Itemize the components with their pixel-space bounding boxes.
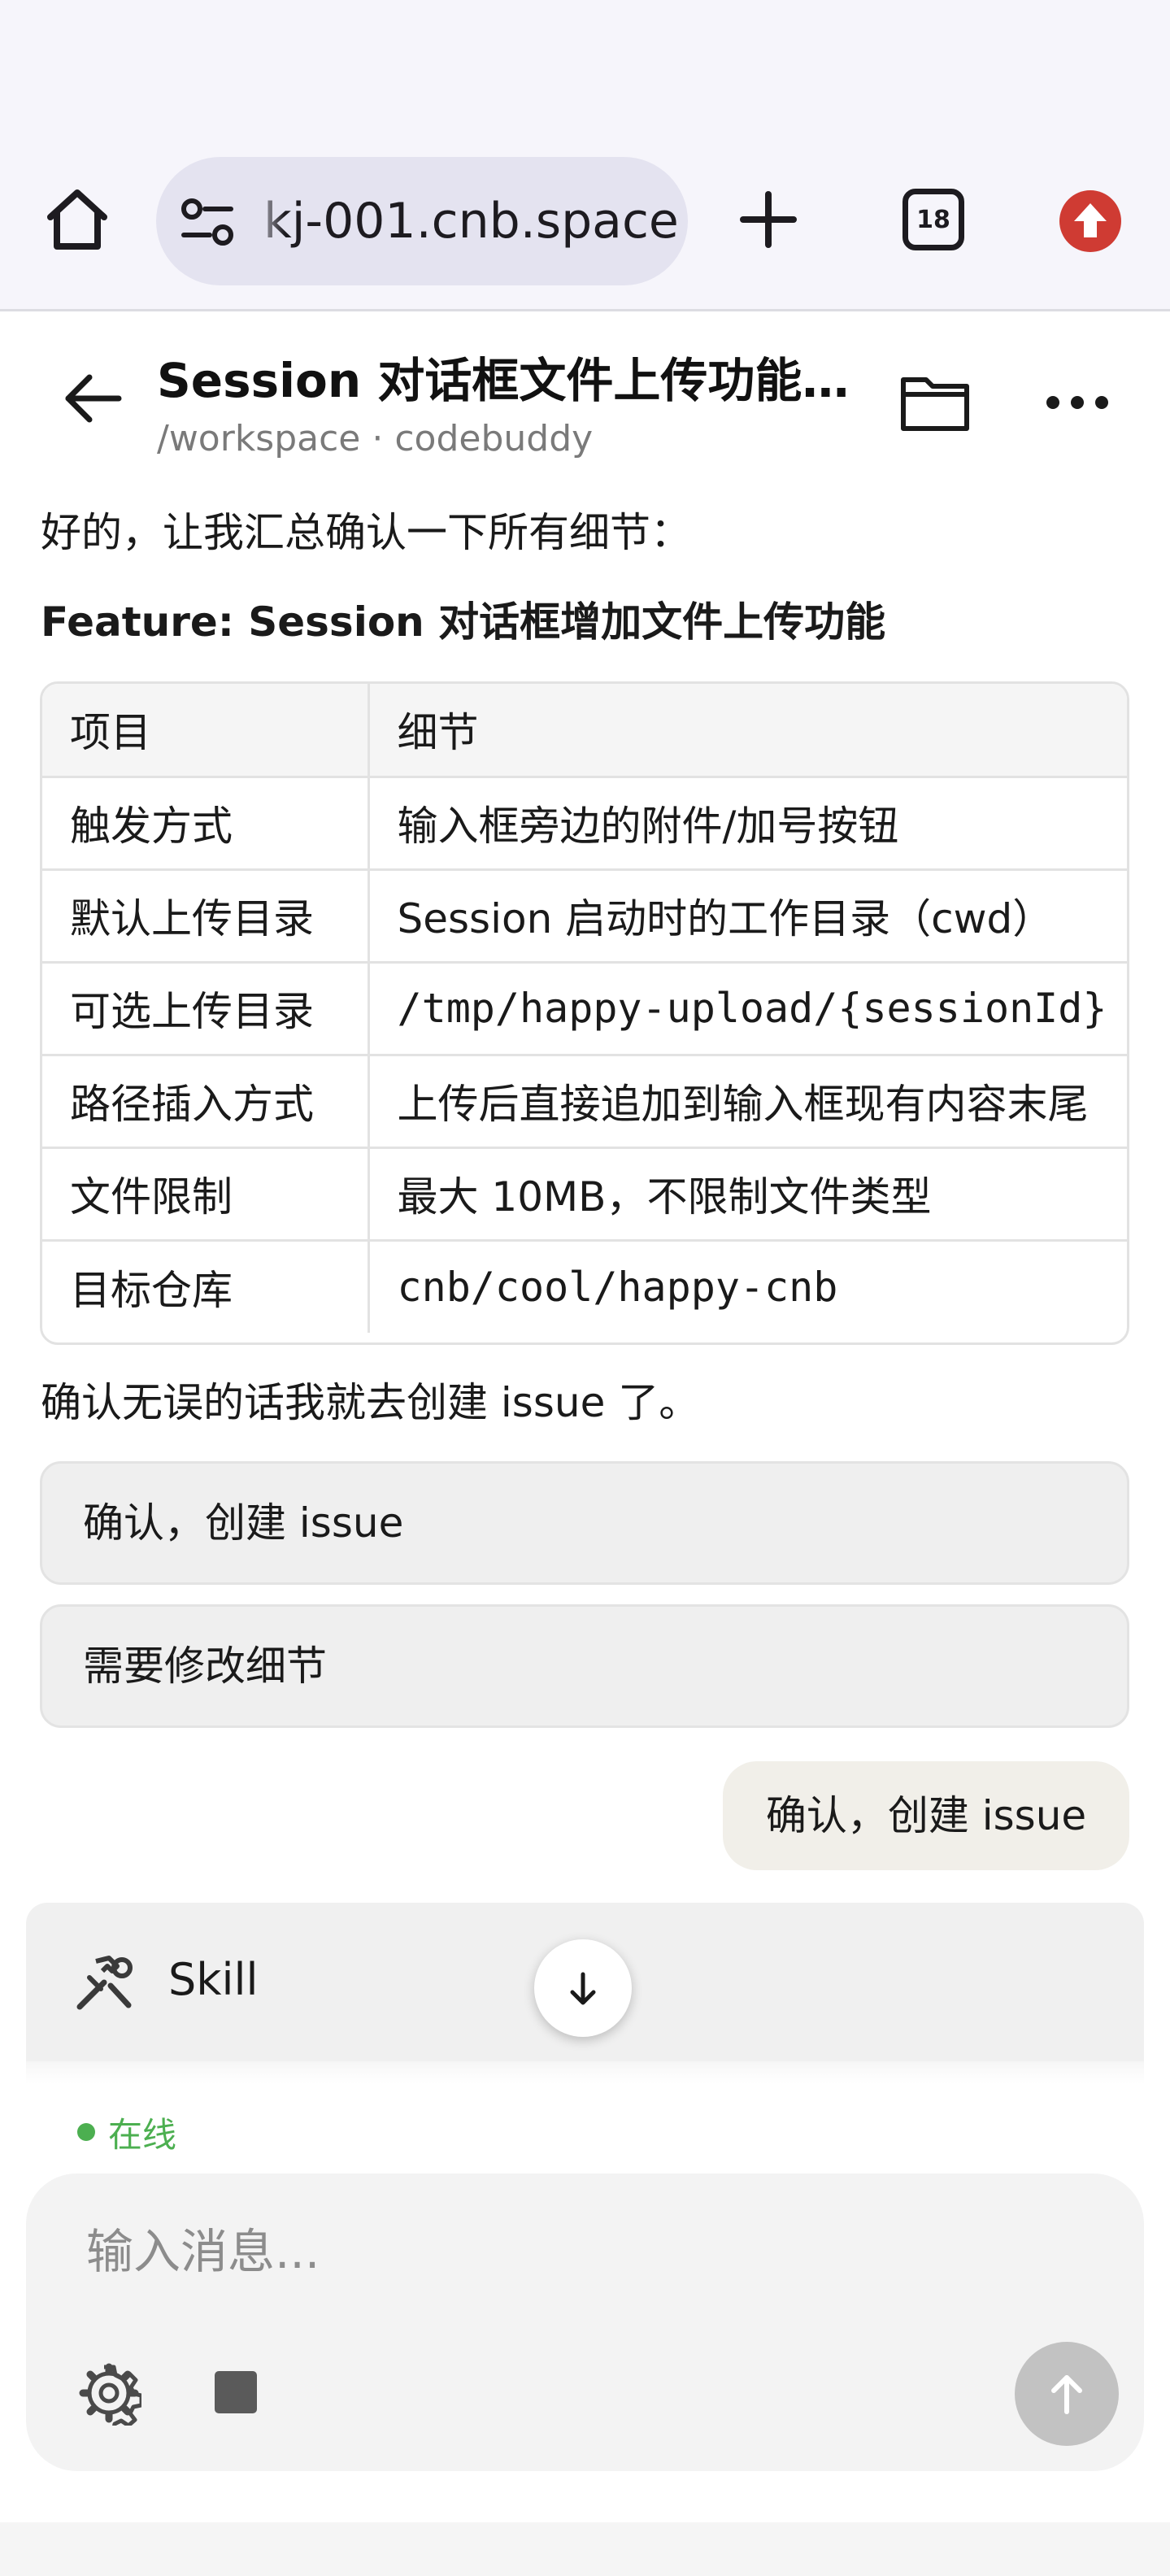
plus-icon bbox=[740, 191, 797, 248]
scroll-to-bottom-button[interactable] bbox=[534, 1939, 632, 2037]
table-cell-value: 上传后直接追加到输入框现有内容末尾 bbox=[367, 1053, 1127, 1149]
tab-count: 18 bbox=[916, 205, 950, 234]
table-row: 目标仓库 cnb/cool/happy-cnb bbox=[42, 1238, 1127, 1333]
user-message-bubble: 确认，创建 issue bbox=[723, 1761, 1129, 1870]
home-icon bbox=[47, 189, 107, 250]
message-input[interactable] bbox=[85, 2206, 1023, 2297]
settings-button[interactable] bbox=[76, 2361, 144, 2433]
table-row: 可选上传目录 /tmp/happy-upload/{sessionId} bbox=[42, 960, 1127, 1056]
table-header-row: 项目 细节 bbox=[42, 684, 1127, 778]
message-composer bbox=[26, 2174, 1144, 2471]
tab-switcher-button[interactable]: 18 bbox=[903, 189, 964, 250]
files-button[interactable] bbox=[898, 370, 972, 435]
table-cell-key: 默认上传目录 bbox=[42, 868, 370, 964]
site-settings-icon[interactable] bbox=[181, 198, 234, 246]
gear-icon bbox=[79, 2363, 144, 2433]
modify-details-option[interactable]: 需要修改细节 bbox=[40, 1604, 1129, 1728]
table-row: 默认上传目录 Session 启动时的工作目录（cwd） bbox=[42, 868, 1127, 964]
tools-icon bbox=[76, 1956, 133, 2010]
table-row: 触发方式 输入框旁边的附件/加号按钮 bbox=[42, 775, 1127, 871]
table-cell-key: 目标仓库 bbox=[42, 1238, 370, 1333]
status-text: 在线 bbox=[108, 2114, 177, 2155]
arrow-left-icon bbox=[65, 374, 122, 423]
assistant-intro-text: 好的，让我汇总确认一下所有细节： bbox=[41, 509, 691, 556]
table-cell-value: Session 启动时的工作目录（cwd） bbox=[367, 868, 1127, 964]
connection-status: 在线 bbox=[77, 2108, 176, 2156]
arrow-up-icon bbox=[1074, 203, 1107, 237]
stop-button[interactable] bbox=[215, 2371, 257, 2413]
details-table: 项目 细节 触发方式 输入框旁边的附件/加号按钮 默认上传目录 Session … bbox=[40, 681, 1129, 1345]
back-button[interactable] bbox=[57, 362, 130, 435]
new-tab-button[interactable] bbox=[732, 183, 805, 256]
tool-card-fade bbox=[26, 2061, 1144, 2084]
table-cell-value: /tmp/happy-upload/{sessionId} bbox=[367, 960, 1127, 1056]
confirm-create-issue-option[interactable]: 确认，创建 issue bbox=[40, 1461, 1129, 1585]
home-button[interactable] bbox=[41, 183, 114, 256]
url-text: kj-001.cnb.space bbox=[263, 193, 679, 250]
update-button[interactable] bbox=[1059, 190, 1121, 252]
table-cell-value: 最大 10MB，不限制文件类型 bbox=[367, 1146, 1127, 1242]
arrow-down-icon bbox=[570, 1972, 596, 2005]
table-cell-key: 触发方式 bbox=[42, 775, 370, 871]
online-dot-icon bbox=[77, 2123, 95, 2141]
table-row: 路径插入方式 上传后直接追加到输入框现有内容末尾 bbox=[42, 1053, 1127, 1149]
table-cell-key: 文件限制 bbox=[42, 1146, 370, 1242]
table-cell-key: 路径插入方式 bbox=[42, 1053, 370, 1149]
table-cell-key: 可选上传目录 bbox=[42, 960, 370, 1056]
table-row: 文件限制 最大 10MB，不限制文件类型 bbox=[42, 1146, 1127, 1242]
table-cell-value: 输入框旁边的附件/加号按钮 bbox=[367, 775, 1127, 871]
folder-icon bbox=[901, 377, 969, 431]
more-horizontal-icon bbox=[1046, 396, 1108, 409]
session-title: Session 对话框文件上传功能设计 bbox=[157, 353, 872, 408]
bottom-system-bar bbox=[0, 2522, 1170, 2576]
system-status-area bbox=[0, 0, 1170, 154]
send-button[interactable] bbox=[1015, 2342, 1119, 2446]
tool-name-label: Skill bbox=[168, 1954, 259, 2005]
table-cell-value: cnb/cool/happy-cnb bbox=[367, 1238, 1127, 1333]
url-fade bbox=[252, 157, 285, 285]
session-subtitle: /workspace · codebuddy bbox=[157, 418, 594, 459]
table-header-cell: 细节 bbox=[367, 684, 1127, 778]
more-menu-button[interactable] bbox=[1045, 382, 1110, 423]
assistant-confirm-text: 确认无误的话我就去创建 issue 了。 bbox=[41, 1379, 700, 1426]
address-bar[interactable]: kj-001.cnb.space bbox=[156, 157, 688, 285]
feature-heading: Feature: Session 对话框增加文件上传功能 bbox=[41, 598, 886, 646]
arrow-up-icon bbox=[1051, 2375, 1082, 2414]
table-header-cell: 项目 bbox=[42, 684, 370, 778]
